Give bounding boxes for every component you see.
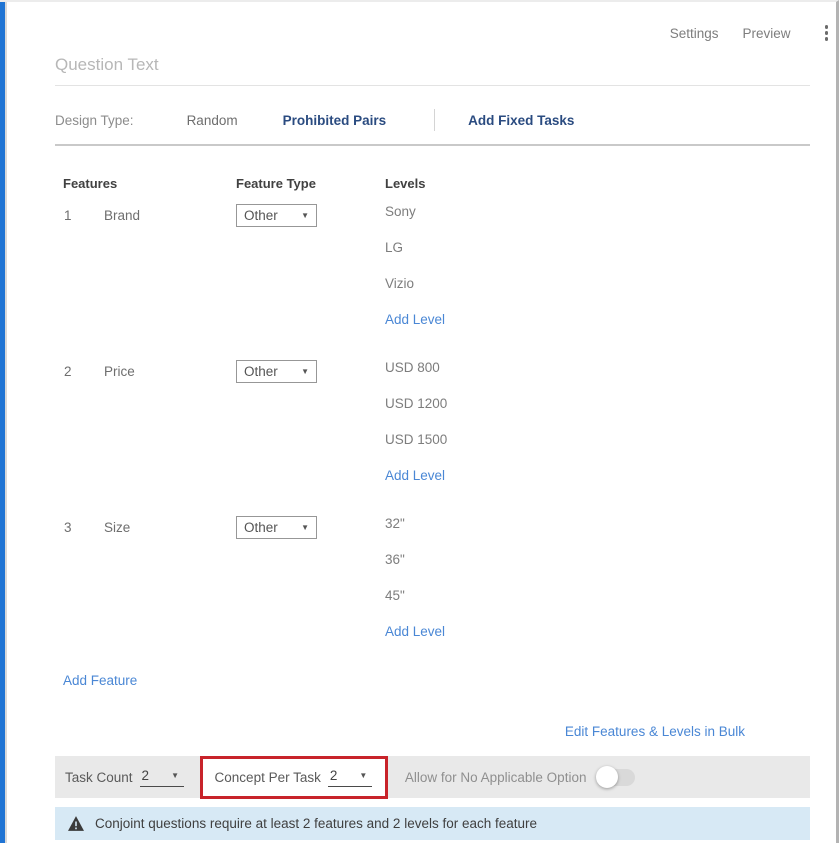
divider-under-question xyxy=(55,85,810,86)
level-item[interactable]: USD 1200 xyxy=(385,396,810,432)
level-item[interactable]: Sony xyxy=(385,204,810,240)
level-item[interactable]: 36" xyxy=(385,552,810,588)
task-count-value: 2 xyxy=(142,768,150,783)
add-level-link[interactable]: Add Level xyxy=(385,468,445,483)
add-feature-row: Add Feature xyxy=(55,672,810,690)
select-caret-icon: ▼ xyxy=(301,523,309,532)
vertical-separator xyxy=(434,109,435,131)
select-caret-icon: ▼ xyxy=(359,771,367,780)
red-highlight-annotation: Concept Per Task 2 ▼ xyxy=(200,756,388,799)
top-toolbar: Settings Preview xyxy=(55,24,810,42)
prohibited-pairs-link[interactable]: Prohibited Pairs xyxy=(283,113,387,128)
levels-column-header: Levels xyxy=(385,176,810,191)
concept-per-task-control: Concept Per Task 2 ▼ xyxy=(215,768,372,787)
feature-type-select[interactable]: Other ▼ xyxy=(236,516,317,539)
concept-per-task-select[interactable]: 2 ▼ xyxy=(328,768,372,787)
left-divider-line xyxy=(5,2,7,843)
design-type-label: Design Type: xyxy=(55,113,134,128)
feature-type-selected-value: Other xyxy=(244,364,278,379)
task-count-select[interactable]: 2 ▼ xyxy=(140,768,184,787)
no-applicable-option-control: Allow for No Applicable Option xyxy=(405,769,636,786)
level-item[interactable]: Vizio xyxy=(385,276,810,312)
design-type-value: Random xyxy=(187,113,238,128)
feature-name[interactable]: Brand xyxy=(96,204,236,223)
task-count-label: Task Count xyxy=(65,770,133,785)
levels-list: Sony LG Vizio Add Level xyxy=(385,204,810,327)
features-column-header: Features xyxy=(55,176,236,191)
editor-content: Settings Preview Design Type: Random Pro… xyxy=(55,2,810,840)
levels-list: 32" 36" 45" Add Level xyxy=(385,516,810,639)
kebab-menu-icon[interactable] xyxy=(821,23,833,43)
design-type-row: Design Type: Random Prohibited Pairs Add… xyxy=(55,109,810,131)
divider-under-design-row xyxy=(55,144,810,146)
preview-link[interactable]: Preview xyxy=(742,26,790,41)
features-table: Features Feature Type Levels 1 Brand Oth… xyxy=(55,176,810,672)
add-fixed-tasks-link[interactable]: Add Fixed Tasks xyxy=(468,113,574,128)
feature-type-select[interactable]: Other ▼ xyxy=(236,204,317,227)
add-feature-link[interactable]: Add Feature xyxy=(63,673,137,688)
task-controls-bar: Task Count 2 ▼ Concept Per Task 2 ▼ Allo… xyxy=(55,756,810,798)
feature-type-selected-value: Other xyxy=(244,520,278,535)
add-level-link[interactable]: Add Level xyxy=(385,312,445,327)
warning-icon xyxy=(68,816,84,831)
feature-type-selected-value: Other xyxy=(244,208,278,223)
task-count-control: Task Count 2 ▼ xyxy=(65,768,184,787)
select-caret-icon: ▼ xyxy=(301,211,309,220)
feature-row-brand: 1 Brand Other ▼ Sony LG Vizio Add Level xyxy=(55,204,810,360)
features-table-header: Features Feature Type Levels xyxy=(55,176,810,191)
feature-index: 2 xyxy=(55,360,96,379)
no-applicable-option-label: Allow for No Applicable Option xyxy=(405,770,587,785)
bulk-edit-row: Edit Features & Levels in Bulk xyxy=(55,723,810,741)
select-caret-icon: ▼ xyxy=(301,367,309,376)
concept-per-task-value: 2 xyxy=(330,768,338,783)
settings-link[interactable]: Settings xyxy=(670,26,719,41)
feature-index: 1 xyxy=(55,204,96,223)
feature-name[interactable]: Price xyxy=(96,360,236,379)
select-caret-icon: ▼ xyxy=(171,771,179,780)
feature-index: 3 xyxy=(55,516,96,535)
notice-text: Conjoint questions require at least 2 fe… xyxy=(95,816,537,831)
toggle-knob xyxy=(596,766,618,788)
no-applicable-option-toggle[interactable] xyxy=(598,769,635,786)
feature-row-size: 3 Size Other ▼ 32" 36" 45" Add Level xyxy=(55,516,810,672)
level-item[interactable]: LG xyxy=(385,240,810,276)
conjoint-question-editor: Settings Preview Design Type: Random Pro… xyxy=(0,0,839,843)
feature-name[interactable]: Size xyxy=(96,516,236,535)
feature-row-price: 2 Price Other ▼ USD 800 USD 1200 USD 150… xyxy=(55,360,810,516)
conjoint-requirements-notice: Conjoint questions require at least 2 fe… xyxy=(55,807,810,840)
feature-type-column-header: Feature Type xyxy=(236,176,385,191)
level-item[interactable]: USD 800 xyxy=(385,360,810,396)
feature-type-select[interactable]: Other ▼ xyxy=(236,360,317,383)
level-item[interactable]: USD 1500 xyxy=(385,432,810,468)
add-level-link[interactable]: Add Level xyxy=(385,624,445,639)
question-text-input[interactable] xyxy=(55,55,810,75)
edit-features-levels-bulk-link[interactable]: Edit Features & Levels in Bulk xyxy=(565,724,745,739)
level-item[interactable]: 32" xyxy=(385,516,810,552)
concept-per-task-label: Concept Per Task xyxy=(215,770,321,785)
level-item[interactable]: 45" xyxy=(385,588,810,624)
levels-list: USD 800 USD 1200 USD 1500 Add Level xyxy=(385,360,810,483)
